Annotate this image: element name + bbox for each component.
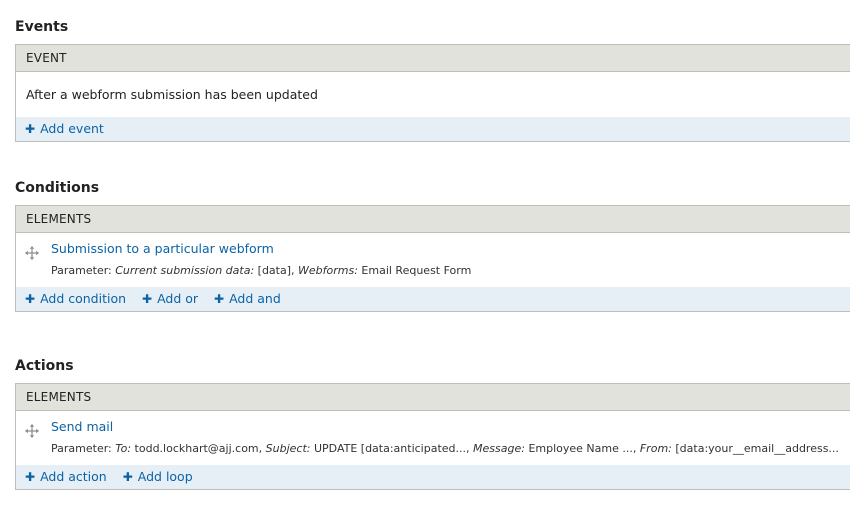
param-name: Current submission data: [115, 264, 255, 277]
actions-table-header: ELEMENTS [16, 384, 850, 411]
plus-icon: ✚ [25, 470, 36, 484]
event-row: After a webform submission has been upda… [16, 72, 850, 117]
conditions-table-header: ELEMENTS [16, 206, 850, 233]
param-value: Employee Name ..., [528, 442, 637, 455]
param-name: Subject: [265, 442, 311, 455]
actions-section: Actions ELEMENTS Send mail Parameter: To… [15, 355, 850, 490]
param-value: UPDATE [data:anticipated..., [313, 442, 470, 455]
add-or-label: Add or [157, 291, 199, 306]
move-arrows-icon[interactable] [25, 423, 39, 438]
conditions-title: Conditions [15, 180, 100, 196]
param-value: todd.lockhart@ajj.com, [134, 442, 263, 455]
action-row: Send mail Parameter: To: todd.lockhart@a… [16, 411, 850, 465]
actions-footer: ✚ Add action ✚ Add loop [16, 465, 850, 489]
param-value: [data], [257, 264, 295, 277]
param-prefix: Parameter: [51, 442, 112, 455]
actions-table: ELEMENTS Send mail Parameter: To: todd.l… [15, 383, 850, 490]
events-table-header: EVENT [16, 45, 850, 72]
plus-icon: ✚ [214, 292, 225, 306]
add-action-link[interactable]: ✚ Add action [25, 465, 107, 489]
add-event-label: Add event [40, 121, 104, 136]
add-or-link[interactable]: ✚ Add or [142, 287, 198, 311]
param-name: Message: [473, 442, 525, 455]
events-title: Events [15, 19, 69, 35]
add-action-label: Add action [40, 469, 107, 484]
action-parameters: Parameter: To: todd.lockhart@ajj.com, Su… [51, 442, 839, 455]
add-condition-link[interactable]: ✚ Add condition [25, 287, 126, 311]
add-condition-label: Add condition [40, 291, 127, 306]
action-link-send-mail[interactable]: Send mail [51, 419, 113, 434]
events-footer: ✚ Add event [16, 117, 850, 141]
plus-icon: ✚ [25, 292, 36, 306]
param-name: Webforms: [298, 264, 358, 277]
conditions-footer: ✚ Add condition ✚ Add or ✚ Add and [16, 287, 850, 311]
add-loop-label: Add loop [137, 469, 193, 484]
actions-title: Actions [15, 358, 74, 374]
param-value: [data:your__email__address... [675, 442, 839, 455]
plus-icon: ✚ [142, 292, 153, 306]
move-arrows-icon[interactable] [25, 245, 39, 260]
add-loop-link[interactable]: ✚ Add loop [123, 465, 193, 489]
add-and-link[interactable]: ✚ Add and [214, 287, 281, 311]
plus-icon: ✚ [122, 470, 133, 484]
plus-icon: ✚ [25, 122, 36, 136]
condition-parameters: Parameter: Current submission data: [dat… [51, 264, 471, 277]
param-value: Email Request Form [361, 264, 472, 277]
conditions-section: Conditions ELEMENTS Submission to a part… [15, 177, 850, 312]
conditions-table: ELEMENTS Submission to a particular webf… [15, 205, 850, 312]
add-event-link[interactable]: ✚ Add event [25, 117, 104, 141]
condition-row: Submission to a particular webform Param… [16, 233, 850, 287]
param-prefix: Parameter: [51, 264, 112, 277]
param-name: From: [639, 442, 672, 455]
condition-link-submission-webform[interactable]: Submission to a particular webform [51, 241, 274, 256]
events-table: EVENT After a webform submission has bee… [15, 44, 850, 142]
param-name: To: [115, 442, 132, 455]
events-section: Events EVENT After a webform submission … [15, 16, 850, 142]
add-and-label: Add and [229, 291, 281, 306]
